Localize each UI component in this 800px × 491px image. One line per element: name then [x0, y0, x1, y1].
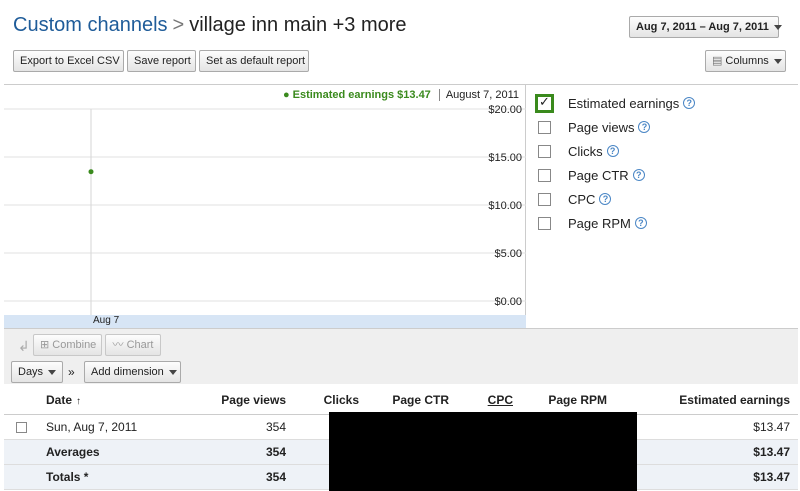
metric-checkbox[interactable]	[538, 192, 551, 206]
earnings-cell: $13.47	[615, 464, 798, 490]
export-csv-button[interactable]: Export to Excel CSV	[13, 50, 124, 72]
metric-cpc[interactable]: CPC ?	[534, 187, 794, 211]
current-channel-title: village inn main +3 more	[189, 14, 407, 36]
y-tick-label: $15.00	[488, 152, 522, 164]
combine-label: Combine	[52, 339, 97, 351]
help-icon[interactable]: ?	[606, 145, 619, 157]
double-chevron-icon: »	[68, 365, 75, 379]
y-tick-label: $20.00	[488, 104, 522, 116]
breadcrumb-separator: >	[172, 14, 185, 36]
metric-label: Page CTR	[568, 167, 629, 183]
chevron-down-icon	[773, 58, 782, 64]
columns-icon: ▤	[712, 55, 723, 67]
metric-label: Page views	[568, 119, 635, 135]
chart-area: $0.00 $5.00 $10.00 $15.00 $20.00 ● Estimated …	[4, 85, 526, 329]
metric-label: Clicks	[568, 143, 603, 159]
y-tick-label: $0.00	[494, 296, 522, 308]
row-checkbox-cell	[4, 414, 42, 440]
page-views-cell: 354	[192, 414, 294, 440]
metric-checkbox[interactable]	[538, 168, 551, 182]
columns-label: Columns	[725, 55, 769, 67]
legend-date-label: August 7, 2011	[438, 89, 519, 101]
chart-icon: 〰	[112, 339, 127, 351]
combine-button[interactable]: ⊞ Combine	[33, 334, 102, 356]
metric-checkbox[interactable]	[538, 120, 551, 134]
data-point[interactable]	[88, 169, 94, 175]
add-dimension-label: Add dimension	[91, 366, 164, 378]
column-header-clicks[interactable]: Clicks	[294, 386, 367, 415]
chevron-down-icon	[48, 369, 57, 375]
help-icon[interactable]: ?	[634, 217, 647, 229]
x-axis-band: Aug 7	[4, 315, 526, 329]
column-header-label: Date	[46, 392, 73, 407]
legend-series-label: Estimated earnings $13.47	[292, 89, 431, 101]
metrics-list: Estimated earnings ? Page views ? Clicks…	[534, 91, 794, 235]
help-icon[interactable]: ?	[638, 121, 651, 133]
date-range-label: Aug 7, 2011 – Aug 7, 2011	[636, 21, 769, 33]
breadcrumb-custom-channels[interactable]: Custom channels	[13, 14, 168, 36]
help-icon[interactable]: ?	[599, 193, 612, 205]
columns-button[interactable]: ▤ Columns	[705, 50, 786, 72]
metric-estimated-earnings[interactable]: Estimated earnings ?	[534, 91, 794, 115]
select-all-cell	[4, 386, 42, 415]
row-checkbox[interactable]	[15, 421, 27, 433]
metric-label: Estimated earnings	[568, 95, 680, 111]
chart-label: Chart	[126, 339, 154, 351]
metric-clicks[interactable]: Clicks ?	[534, 139, 794, 163]
page-views-cell: 354	[192, 439, 294, 465]
report-header: Custom channels > village inn main +3 more…	[0, 0, 800, 82]
x-tick-label: Aug 7	[93, 315, 120, 326]
chart-legend: ● Estimated earnings $13.47 August 7, 2011	[283, 89, 519, 101]
metric-page-views[interactable]: Page views ?	[534, 115, 794, 139]
page-views-cell: 354	[192, 464, 294, 490]
days-label: Days	[18, 366, 44, 378]
earnings-cell: $13.47	[615, 414, 798, 440]
metric-page-ctr[interactable]: Page CTR ?	[534, 163, 794, 187]
help-icon[interactable]: ?	[683, 97, 696, 109]
column-header-page-ctr[interactable]: Page CTR	[367, 386, 457, 415]
chart-panel: $0.00 $5.00 $10.00 $15.00 $20.00 ● Estimated …	[4, 84, 798, 329]
redacted-block	[329, 412, 637, 491]
y-tick-label: $5.00	[494, 248, 522, 260]
pivot-icon: ↲	[18, 338, 30, 354]
empty-cell	[4, 439, 42, 465]
earnings-chart: $0.00 $5.00 $10.00 $15.00 $20.00	[4, 104, 526, 315]
column-header-estimated-earnings[interactable]: Estimated earnings	[615, 386, 798, 415]
set-default-report-button[interactable]: Set as default report	[199, 50, 309, 72]
table-header-row: Date ↑ Page views Clicks Page CTR CPC Pag…	[4, 386, 798, 415]
table-toolbar: ↲ ⊞ Combine 〰 Chart Days » Add dimension	[4, 328, 798, 384]
sort-ascending-icon: ↑	[76, 395, 82, 407]
column-header-cpc[interactable]: CPC	[457, 386, 521, 415]
empty-cell	[4, 464, 42, 490]
metric-checkbox[interactable]	[535, 93, 554, 113]
days-dropdown[interactable]: Days	[11, 361, 63, 383]
save-report-button[interactable]: Save report	[127, 50, 196, 72]
combine-icon: ⊞	[40, 339, 53, 351]
metric-label: CPC	[568, 191, 596, 207]
column-header-page-rpm[interactable]: Page RPM	[521, 386, 615, 415]
chart-button[interactable]: 〰 Chart	[105, 334, 161, 356]
y-tick-label: $10.00	[488, 200, 522, 212]
metric-page-rpm[interactable]: Page RPM ?	[534, 211, 794, 235]
chevron-down-icon	[773, 24, 782, 30]
averages-label: Averages	[42, 439, 192, 465]
totals-label: Totals *	[42, 464, 192, 490]
earnings-cell: $13.47	[615, 439, 798, 465]
help-icon[interactable]: ?	[632, 169, 645, 181]
column-header-date[interactable]: Date ↑	[42, 386, 192, 415]
metric-checkbox[interactable]	[538, 216, 551, 230]
page-title: Custom channels > village inn main +3 more	[13, 14, 407, 37]
metric-label: Page RPM	[568, 215, 631, 231]
series-dot-icon: ●	[282, 89, 290, 101]
date-range-picker[interactable]: Aug 7, 2011 – Aug 7, 2011	[629, 16, 782, 38]
add-dimension-dropdown[interactable]: Add dimension	[84, 361, 181, 383]
chevron-down-icon	[168, 369, 177, 375]
metric-checkbox[interactable]	[538, 144, 551, 158]
date-cell: Sun, Aug 7, 2011	[42, 414, 192, 440]
column-header-page-views[interactable]: Page views	[192, 386, 294, 415]
